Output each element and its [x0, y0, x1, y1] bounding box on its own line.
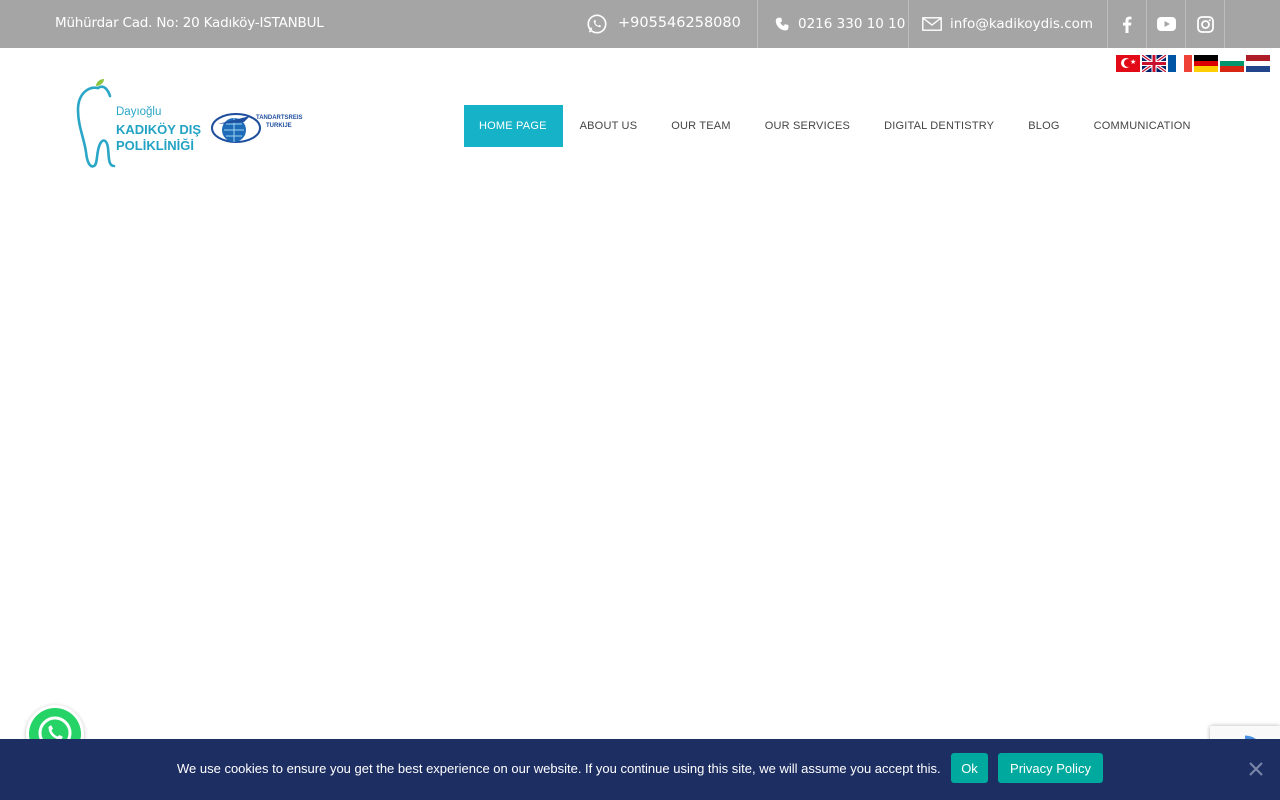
- close-icon[interactable]: [1248, 761, 1264, 777]
- phone-icon: [775, 17, 789, 31]
- instagram-link[interactable]: [1185, 0, 1225, 48]
- flag-de-icon[interactable]: [1194, 55, 1218, 72]
- cookie-banner: We use cookies to ensure you get the bes…: [0, 739, 1280, 800]
- nav-team[interactable]: OUR TEAM: [654, 105, 747, 147]
- whatsapp-icon: [587, 14, 607, 34]
- facebook-icon: [1123, 16, 1132, 33]
- logo-line-3: POLİKLİNİĞİ: [116, 138, 194, 153]
- phone-number: 0216 330 10 10: [798, 16, 906, 32]
- flag-fr-icon[interactable]: [1168, 55, 1192, 72]
- address-text: Mühürdar Cad. No: 20 Kadıköy-ISTANBUL: [55, 15, 324, 31]
- youtube-link[interactable]: [1146, 0, 1185, 48]
- youtube-icon: [1156, 17, 1176, 31]
- nav-services[interactable]: OUR SERVICES: [748, 105, 867, 147]
- nav-home[interactable]: HOME PAGE: [464, 105, 563, 147]
- email-contact[interactable]: info@kadikoydis.com: [908, 0, 1107, 48]
- email-address: info@kadikoydis.com: [950, 16, 1094, 32]
- nav-blog[interactable]: BLOG: [1011, 105, 1076, 147]
- instagram-icon: [1196, 15, 1214, 33]
- language-switcher: ★: [1116, 55, 1270, 72]
- partner-logo-text: TANDARTSREIS TURKIJE: [256, 114, 303, 130]
- cookie-message: We use cookies to ensure you get the bes…: [177, 761, 941, 776]
- phone-contact[interactable]: 0216 330 10 10: [757, 0, 907, 48]
- flag-tr-icon[interactable]: ★: [1116, 55, 1140, 72]
- nav-digital-dentistry[interactable]: DIGITAL DENTISTRY: [867, 105, 1011, 147]
- whatsapp-number: +905546258080: [618, 14, 741, 31]
- nav-about[interactable]: ABOUT US: [563, 105, 655, 147]
- envelope-icon: [922, 17, 942, 31]
- main-nav: HOME PAGE ABOUT US OUR TEAM OUR SERVICES…: [464, 105, 1208, 147]
- flag-en-icon[interactable]: [1142, 55, 1166, 72]
- facebook-link[interactable]: [1107, 0, 1146, 48]
- whatsapp-contact[interactable]: +905546258080: [586, 0, 756, 48]
- partner-line-2: TURKIJE: [266, 123, 292, 129]
- cookie-ok-button[interactable]: Ok: [951, 753, 988, 783]
- privacy-policy-button[interactable]: Privacy Policy: [998, 753, 1103, 783]
- site-logo[interactable]: Dayıoğlu KADIKÖY DIŞ POLİKLİNİĞİ TANDART…: [76, 78, 316, 170]
- logo-line-1: Dayıoğlu: [116, 106, 162, 118]
- partner-line-1: TANDARTSREIS: [256, 115, 303, 121]
- logo-line-2: KADIKÖY DIŞ: [116, 122, 201, 137]
- nav-communication[interactable]: COMMUNICATION: [1077, 105, 1208, 147]
- flag-bg-icon[interactable]: [1220, 55, 1244, 72]
- flag-nl-icon[interactable]: [1246, 55, 1270, 72]
- top-bar: Mühürdar Cad. No: 20 Kadıköy-ISTANBUL +9…: [0, 0, 1280, 48]
